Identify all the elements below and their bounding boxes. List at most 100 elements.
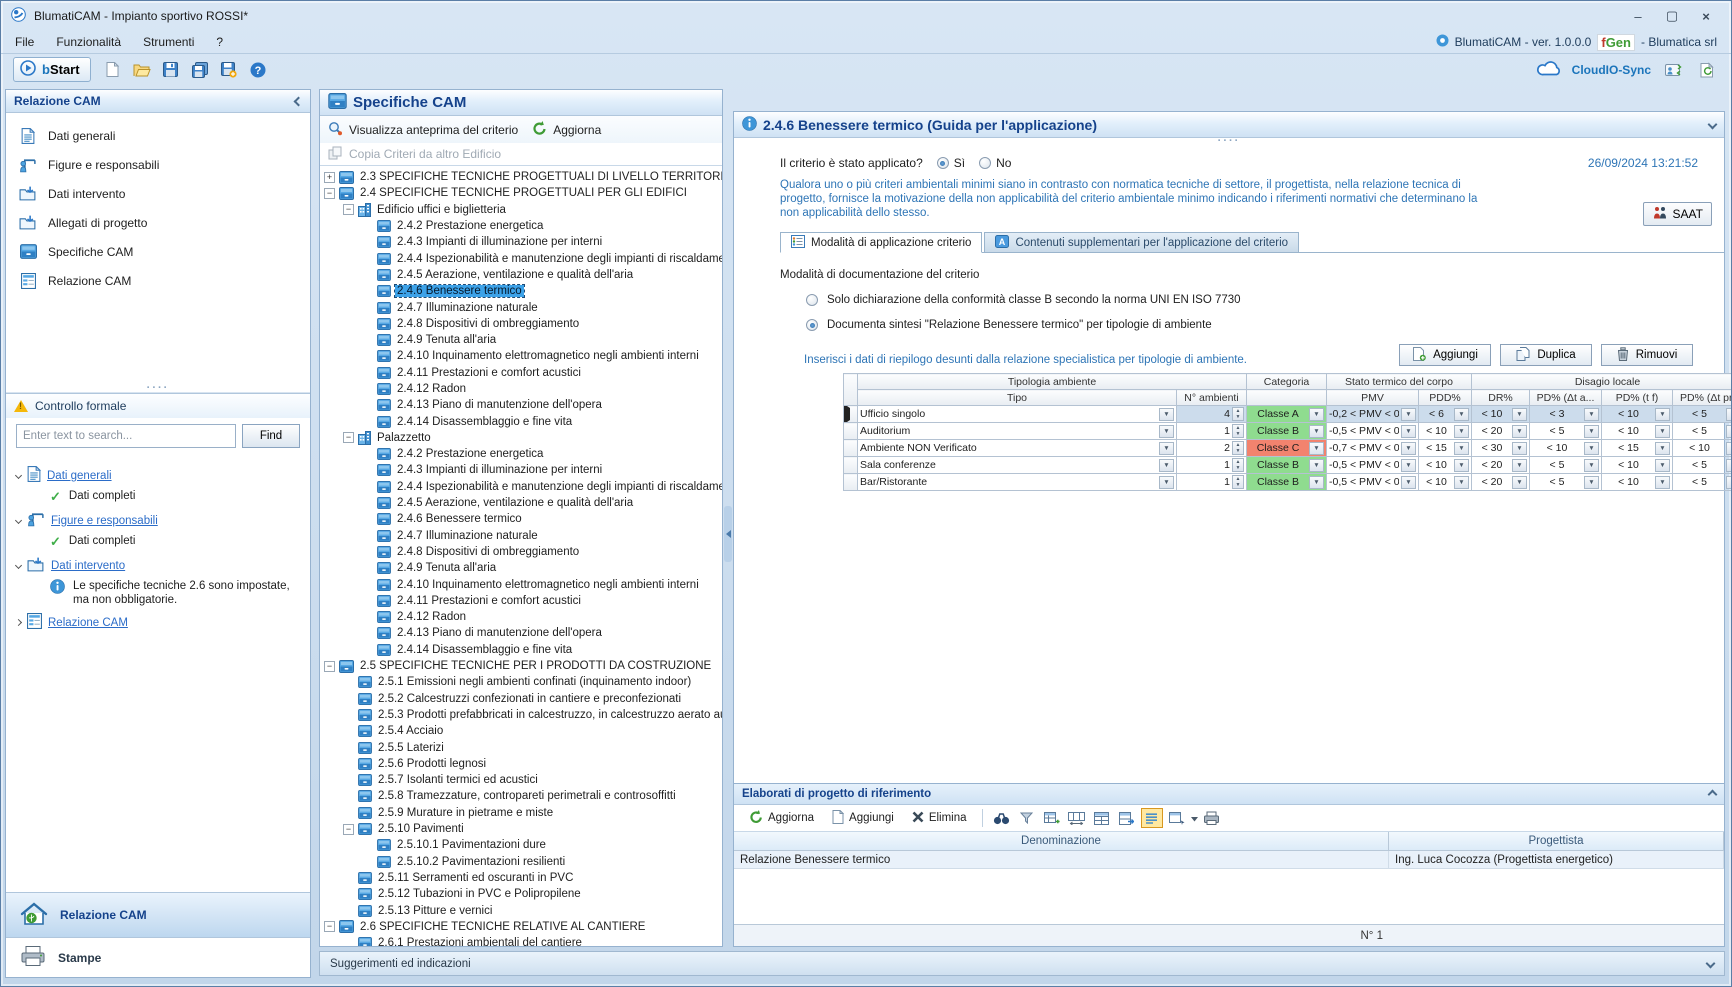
radio-no[interactable]: No — [979, 156, 1011, 170]
tree-node[interactable]: 2.4.4 Ispezionabilità e manutenzione deg… — [320, 250, 722, 266]
cell-pmv[interactable]: -0,5 < PMV < 0,5▼ — [1327, 457, 1419, 474]
cell-denominazione[interactable]: Relazione Benessere termico — [734, 851, 1389, 868]
column-denominazione[interactable]: Denominazione — [734, 832, 1389, 850]
controllo-node-link[interactable]: Dati generali — [47, 470, 112, 482]
tree-node[interactable]: 2.4.3 Impianti di illuminazione per inte… — [320, 234, 722, 250]
tree-node[interactable]: +2.3 SPECIFICHE TECNICHE PROGETTUALI DI … — [320, 169, 722, 185]
spinner-icon[interactable]: ▲▼ — [1232, 424, 1244, 438]
dropdown-icon[interactable]: ▼ — [1655, 459, 1670, 472]
row-selector[interactable] — [844, 474, 858, 491]
group-add-icon[interactable] — [1041, 808, 1063, 828]
dropdown-icon[interactable]: ▼ — [1309, 476, 1324, 489]
cell-categoria[interactable]: Classe B▼ — [1247, 474, 1327, 491]
controllo-node-link[interactable]: Relazione CAM — [48, 617, 128, 629]
cell-n-ambienti[interactable]: 2▲▼ — [1177, 440, 1247, 457]
new-file-icon[interactable] — [101, 59, 125, 81]
tree-node[interactable]: 2.5.8 Tramezzature, contropareti perimet… — [320, 788, 722, 804]
tree-node[interactable]: 2.4.13 Piano di manutenzione dell'opera — [320, 625, 722, 641]
cell-n-ambienti[interactable]: 1▲▼ — [1177, 457, 1247, 474]
tree-node[interactable]: −2.5.10 Pavimenti — [320, 821, 722, 837]
dropdown-icon[interactable]: ▼ — [1584, 442, 1599, 455]
tree-collapse-icon[interactable]: − — [324, 661, 335, 672]
dropdown-icon[interactable]: ▼ — [1454, 425, 1469, 438]
tree-node[interactable]: 2.4.10 Inquinamento elettromagnetico neg… — [320, 576, 722, 592]
tree-node[interactable]: 2.4.2 Prestazione energetica — [320, 446, 722, 462]
export-grid-icon[interactable] — [1116, 808, 1138, 828]
dropdown-icon[interactable]: ▼ — [1159, 408, 1174, 421]
cell-pd-dta[interactable]: < 5▼ — [1530, 423, 1602, 440]
tree-collapse-icon[interactable]: − — [324, 188, 335, 199]
cell-pdd[interactable]: < 10▼ — [1419, 474, 1472, 491]
tree-node[interactable]: 2.4.8 Dispositivi di ombreggiamento — [320, 316, 722, 332]
cell-categoria[interactable]: Classe A▼ — [1247, 406, 1327, 423]
dropdown-icon[interactable]: ▼ — [1454, 442, 1469, 455]
chevron-down-icon[interactable] — [15, 562, 22, 569]
dropdown-icon[interactable]: ▼ — [1309, 408, 1324, 421]
spinner-icon[interactable]: ▲▼ — [1232, 458, 1244, 472]
print-icon[interactable] — [1201, 808, 1223, 828]
tree-node[interactable]: 2.5.12 Tubazioni in PVC e Polipropilene — [320, 886, 722, 902]
menu-strumenti[interactable]: Strumenti — [143, 35, 194, 49]
tree-node[interactable]: 2.4.8 Dispositivi di ombreggiamento — [320, 544, 722, 560]
tree-node[interactable]: 2.4.4 Ispezionabilità e manutenzione deg… — [320, 479, 722, 495]
cell-pdd[interactable]: < 10▼ — [1419, 457, 1472, 474]
dropdown-icon[interactable]: ▼ — [1159, 476, 1174, 489]
tab-modalita-applicazione[interactable]: Modalità di applicazione criterio — [780, 232, 982, 253]
collapse-criterion-icon[interactable] — [1708, 120, 1718, 130]
dropdown-icon[interactable]: ▼ — [1655, 408, 1670, 421]
saat-button[interactable]: SAAT — [1643, 202, 1712, 226]
tree-collapse-icon[interactable]: − — [343, 432, 354, 443]
menu-funzionalita[interactable]: Funzionalità — [56, 35, 121, 49]
cell-pd-dta[interactable]: < 5▼ — [1530, 474, 1602, 491]
bstart-button[interactable]: bStart — [13, 57, 91, 82]
cell-pd-tf[interactable]: < 15▼ — [1602, 440, 1673, 457]
elaborati-refresh-button[interactable]: Aggiorna — [742, 807, 821, 829]
tree-node[interactable]: 2.4.2 Prestazione energetica — [320, 218, 722, 234]
tree-collapse-icon[interactable]: − — [343, 204, 354, 215]
controllo-node-link[interactable]: Figure e responsabili — [51, 515, 158, 527]
dropdown-icon[interactable]: ▼ — [1584, 425, 1599, 438]
cell-pd-dtpr[interactable]: < 5▼ — [1673, 423, 1732, 440]
column-width-icon[interactable] — [1066, 808, 1088, 828]
cell-dr[interactable]: < 20▼ — [1472, 457, 1530, 474]
cell-n-ambienti[interactable]: 1▲▼ — [1177, 423, 1247, 440]
sidebar-item-specifiche-cam[interactable]: Specifiche CAM — [6, 237, 310, 266]
tree-node[interactable]: 2.4.14 Disassemblaggio e fine vita — [320, 642, 722, 658]
tree-node[interactable]: 2.5.11 Serramenti ed oscuranti in PVC — [320, 870, 722, 886]
cell-pmv[interactable]: -0,5 < PMV < 0,5▼ — [1327, 474, 1419, 491]
option-dichiarazione[interactable]: Solo dichiarazione della conformità clas… — [806, 294, 1724, 306]
spinner-icon[interactable]: ▲▼ — [1232, 475, 1244, 489]
save-all-icon[interactable] — [188, 59, 212, 81]
dropdown-icon[interactable]: ▼ — [1584, 408, 1599, 421]
tree-node[interactable]: 2.5.3 Prodotti prefabbricati in calcestr… — [320, 707, 722, 723]
column-header[interactable] — [1247, 390, 1327, 406]
sidebar-item-allegati-di-progetto[interactable]: Allegati di progetto — [6, 208, 310, 237]
cell-pd-tf[interactable]: < 10▼ — [1602, 423, 1673, 440]
statusbar-chevron-icon[interactable] — [1706, 959, 1716, 969]
dropdown-icon[interactable]: ▼ — [1401, 476, 1416, 489]
dropdown-icon[interactable]: ▼ — [1159, 425, 1174, 438]
tree-node[interactable]: 2.5.1 Emissioni negli ambienti confinati… — [320, 674, 722, 690]
grid-arrow-icon[interactable] — [1166, 808, 1188, 828]
sidebar-item-relazione-cam[interactable]: Relazione CAM — [6, 266, 310, 295]
cell-pmv[interactable]: -0,5 < PMV < 0,5▼ — [1327, 423, 1419, 440]
tree-node[interactable]: 2.5.4 Acciaio — [320, 723, 722, 739]
cell-pd-tf[interactable]: < 10▼ — [1602, 457, 1673, 474]
tree-collapse-icon[interactable]: − — [343, 824, 354, 835]
dropdown-icon[interactable]: ▼ — [1726, 459, 1732, 472]
dropdown-icon[interactable]: ▼ — [1309, 425, 1324, 438]
table-row[interactable]: Bar/Ristorante▼1▲▼Classe B▼-0,5 < PMV < … — [844, 474, 1732, 491]
tree-node[interactable]: 2.6.1 Prestazioni ambientali del cantier… — [320, 935, 722, 946]
tab-contenuti-supplementari[interactable]: A Contenuti supplementari per l'applicaz… — [984, 232, 1299, 253]
dropdown-icon[interactable]: ▼ — [1726, 425, 1732, 438]
tree-node[interactable]: 2.4.11 Prestazioni e comfort acustici — [320, 593, 722, 609]
table-row[interactable]: Ufficio singolo▼4▲▼Classe A▼-0,2 < PMV <… — [844, 406, 1732, 423]
column-header[interactable]: PD% (t f) — [1602, 390, 1673, 406]
minimize-button[interactable]: – — [1623, 6, 1653, 26]
cell-pdd[interactable]: < 6▼ — [1419, 406, 1472, 423]
copy-criteria-button[interactable]: Copia Criteri da altro Edificio — [349, 147, 501, 161]
refresh-criteria-button[interactable]: Aggiorna — [532, 121, 601, 139]
dropdown-icon[interactable]: ▼ — [1159, 442, 1174, 455]
sidebar-bottom-stampe[interactable]: Stampe — [6, 937, 310, 977]
column-header[interactable]: PDD% — [1419, 390, 1472, 406]
